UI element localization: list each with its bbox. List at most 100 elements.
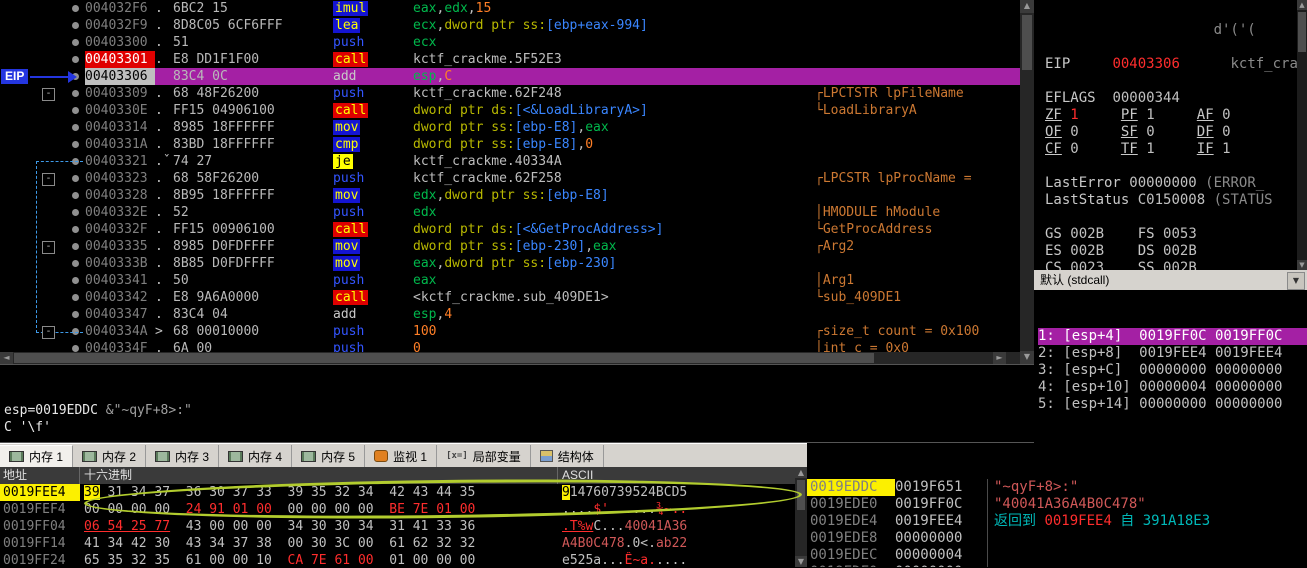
breakpoint-dot[interactable] xyxy=(72,39,79,46)
disasm-horizontal-scrollbar[interactable]: ◄ ► xyxy=(0,352,1020,364)
gutter-cell[interactable] xyxy=(0,340,85,352)
register-row[interactable]: d'('( xyxy=(1045,22,1307,39)
scroll-up-icon[interactable]: ▲ xyxy=(1297,0,1307,10)
stack-row[interactable]: 0019EDEC 00000004 xyxy=(807,547,1307,564)
stack-row[interactable]: 0019EDDC 0019F651 "~qyF+8>:" xyxy=(807,479,1307,496)
scroll-thumb[interactable] xyxy=(14,353,874,363)
arg-row[interactable]: 3: [esp+C] 00000000 00000000 xyxy=(1038,362,1307,379)
scroll-down-icon[interactable]: ▼ xyxy=(1020,351,1034,364)
register-row[interactable] xyxy=(1045,39,1307,56)
dump-row[interactable]: 0019FEF4 00 00 00 00 24 91 01 00 00 00 00… xyxy=(0,501,795,518)
tab-memory[interactable]: 内存 5 xyxy=(292,445,366,467)
stack-row[interactable]: 0019EDE4 0019FEE4 返回到 0019FEE4 自 391A18E3 xyxy=(807,513,1307,530)
breakpoint-dot[interactable] xyxy=(72,22,79,29)
register-row[interactable]: EFLAGS 00000344 xyxy=(1045,90,1307,107)
disasm-row[interactable]: 00403335. 8985 D0FDFFFF mov dword ptr ss:[e… xyxy=(0,238,1020,255)
breakpoint-dot[interactable] xyxy=(72,107,79,114)
scroll-left-icon[interactable]: ◄ xyxy=(0,352,13,364)
disasm-row[interactable]: 0040332F. FF15 00906100 call dword ptr ds:[… xyxy=(0,221,1020,238)
calling-convention-select[interactable]: 默认 (stdcall) ▼ xyxy=(1034,270,1307,290)
arg-row[interactable]: 1: [esp+4] 0019FF0C 0019FF0C xyxy=(1038,328,1307,345)
stack-row[interactable]: 0019EDE8 00000000 xyxy=(807,530,1307,547)
tab-memory[interactable]: 内存 1 xyxy=(0,445,74,467)
scroll-down-icon[interactable]: ▼ xyxy=(795,556,807,567)
dump-row[interactable]: 0019FEE4 39 31 34 37 36 30 37 33 39 35 32… xyxy=(0,484,795,501)
disasm-row[interactable]: 00403328. 8B95 18FFFFFF mov edx,dword ptr s… xyxy=(0,187,1020,204)
gutter-cell[interactable] xyxy=(0,102,85,119)
register-row[interactable] xyxy=(1045,158,1307,175)
collapse-box[interactable]: - xyxy=(42,241,55,254)
tab-struct[interactable]: 结构体 xyxy=(530,445,604,467)
breakpoint-dot[interactable] xyxy=(72,5,79,12)
disasm-row[interactable]: 0040334A >68 00010000 push 100 ┌size_t count… xyxy=(0,323,1020,340)
dump-row[interactable]: 0019FF24 65 35 32 35 61 00 00 10 CA 7E 61… xyxy=(0,552,795,567)
disasm-row[interactable]: 00403341. 50 push eax │Arg1 xyxy=(0,272,1020,289)
register-row[interactable]: GS 002B FS 0053 xyxy=(1045,226,1307,243)
disasm-row[interactable]: 00403301. E8 DD1F1F00 call kctf_crackme.5F5… xyxy=(0,51,1020,68)
breakpoint-dot[interactable] xyxy=(72,345,79,352)
stack-row[interactable]: 0019EDE0 0019FF0C "40041A36A4B0C478" xyxy=(807,496,1307,513)
disasm-row[interactable]: 0040332E. 52 push edx │HMODULE hModule xyxy=(0,204,1020,221)
disasm-row[interactable]: 00403300. 51 push ecx xyxy=(0,34,1020,51)
disasm-row[interactable]: 00403314. 8985 18FFFFFF mov dword ptr ss:[e… xyxy=(0,119,1020,136)
registers-panel[interactable]: d'('( EIP 00403306 kctf_cra EFLAGS 0000034… xyxy=(1034,0,1307,270)
arg-row[interactable]: 2: [esp+8] 0019FEE4 0019FEE4 xyxy=(1038,345,1307,362)
disasm-row[interactable]: 0040331A. 83BD 18FFFFFF cmp dword ptr ss:[e… xyxy=(0,136,1020,153)
register-row[interactable]: ES 002B DS 002B xyxy=(1045,243,1307,260)
gutter-cell[interactable] xyxy=(0,34,85,51)
collapse-box[interactable]: - xyxy=(42,88,55,101)
tab-memory[interactable]: 内存 2 xyxy=(73,445,147,467)
tab-memory[interactable]: 内存 4 xyxy=(219,445,293,467)
disassembly-panel[interactable]: 004032F6. 6BC2 15 imul eax,edx,15 004032F9. 8… xyxy=(0,0,1020,352)
disasm-row[interactable]: 00403321 .ˇ 74 27 je kctf_crackme.40334A xyxy=(0,153,1020,170)
tab-watch[interactable]: 监视 1 xyxy=(365,445,438,467)
register-row[interactable]: CS 0023 SS 002B xyxy=(1045,260,1307,270)
gutter-cell[interactable] xyxy=(0,0,85,17)
arg-row[interactable]: 4: [esp+10] 00000004 00000000 xyxy=(1038,379,1307,396)
scroll-thumb[interactable] xyxy=(1022,15,1032,70)
scroll-down-icon[interactable]: ▼ xyxy=(1297,260,1307,270)
register-row[interactable] xyxy=(1045,73,1307,90)
disasm-row[interactable]: 00403309. 68 48F26200 push kctf_crackme.62F… xyxy=(0,85,1020,102)
scroll-thumb[interactable] xyxy=(1298,12,1306,52)
breakpoint-dot[interactable] xyxy=(72,124,79,131)
gutter-cell[interactable] xyxy=(0,119,85,136)
scroll-right-icon[interactable]: ► xyxy=(993,352,1006,364)
gutter-cell[interactable] xyxy=(0,51,85,68)
arguments-panel[interactable]: 1: [esp+4] 0019FF0C 0019FF0C 2: [esp+8] 0… xyxy=(1034,290,1307,443)
registers-scrollbar[interactable]: ▲ ▼ xyxy=(1297,0,1307,270)
register-row[interactable]: OF 0 SF 0 DF 0 xyxy=(1045,124,1307,141)
disasm-row[interactable]: 004032F9. 8D8C05 6CF6FFF lea ecx,dword ptr … xyxy=(0,17,1020,34)
disasm-row[interactable]: 0040333B. 8B85 D0FDFFFF mov eax,dword ptr s… xyxy=(0,255,1020,272)
scroll-thumb[interactable] xyxy=(797,480,805,510)
register-row[interactable]: EIP 00403306 kctf_cra xyxy=(1045,56,1307,73)
register-row[interactable] xyxy=(1045,209,1307,226)
collapse-box[interactable]: - xyxy=(42,173,55,186)
disasm-row[interactable]: 0040334F. 6A 00 push 0 │int c = 0x0 xyxy=(0,340,1020,352)
collapse-box[interactable]: - xyxy=(42,326,55,339)
tab-locals[interactable]: [x=] 局部变量 xyxy=(437,445,531,467)
dump-row[interactable]: 0019FF04 06 54 25 77 43 00 00 00 34 30 30… xyxy=(0,518,795,535)
register-row[interactable]: LastError 00000000 (ERROR_ xyxy=(1045,175,1307,192)
gutter-cell[interactable] xyxy=(0,17,85,34)
tab-memory[interactable]: 内存 3 xyxy=(146,445,220,467)
register-row[interactable]: LastStatus C0150008 (STATUS xyxy=(1045,192,1307,209)
disasm-vertical-scrollbar[interactable]: ▲ ▼ xyxy=(1020,0,1034,364)
dump-scrollbar[interactable]: ▲ ▼ xyxy=(795,467,807,567)
disasm-row[interactable]: 00403323. 68 58F26200 push kctf_crackme.62F… xyxy=(0,170,1020,187)
disasm-row[interactable]: 00403347. 83C4 04 add esp,4 xyxy=(0,306,1020,323)
breakpoint-dot[interactable] xyxy=(72,56,79,63)
memory-dump-panel[interactable]: 地址 十六进制 ASCII 0019FEE4 39 31 34 37 36 30 … xyxy=(0,467,795,567)
disasm-row[interactable]: 00403306 83C4 0C add esp,C xyxy=(0,68,1020,85)
disasm-row[interactable]: 0040330E. FF15 04906100 call dword ptr ds:[… xyxy=(0,102,1020,119)
register-row[interactable]: ZF 1 PF 1 AF 0 xyxy=(1045,107,1307,124)
stack-panel[interactable]: 0019EDDC 0019F651 "~qyF+8>:" 0019EDE0 0019FF… xyxy=(807,443,1307,567)
register-row[interactable]: CF 0 TF 1 IF 1 xyxy=(1045,141,1307,158)
dump-row[interactable]: 0019FF14 41 34 42 30 43 34 37 38 00 30 3C… xyxy=(0,535,795,552)
breakpoint-dot[interactable] xyxy=(72,141,79,148)
disasm-row[interactable]: 004032F6. 6BC2 15 imul eax,edx,15 xyxy=(0,0,1020,17)
arg-row[interactable]: 5: [esp+14] 00000000 00000000 xyxy=(1038,396,1307,413)
scroll-up-icon[interactable]: ▲ xyxy=(1020,0,1034,13)
breakpoint-dot[interactable] xyxy=(72,90,79,97)
gutter-cell[interactable] xyxy=(0,136,85,153)
